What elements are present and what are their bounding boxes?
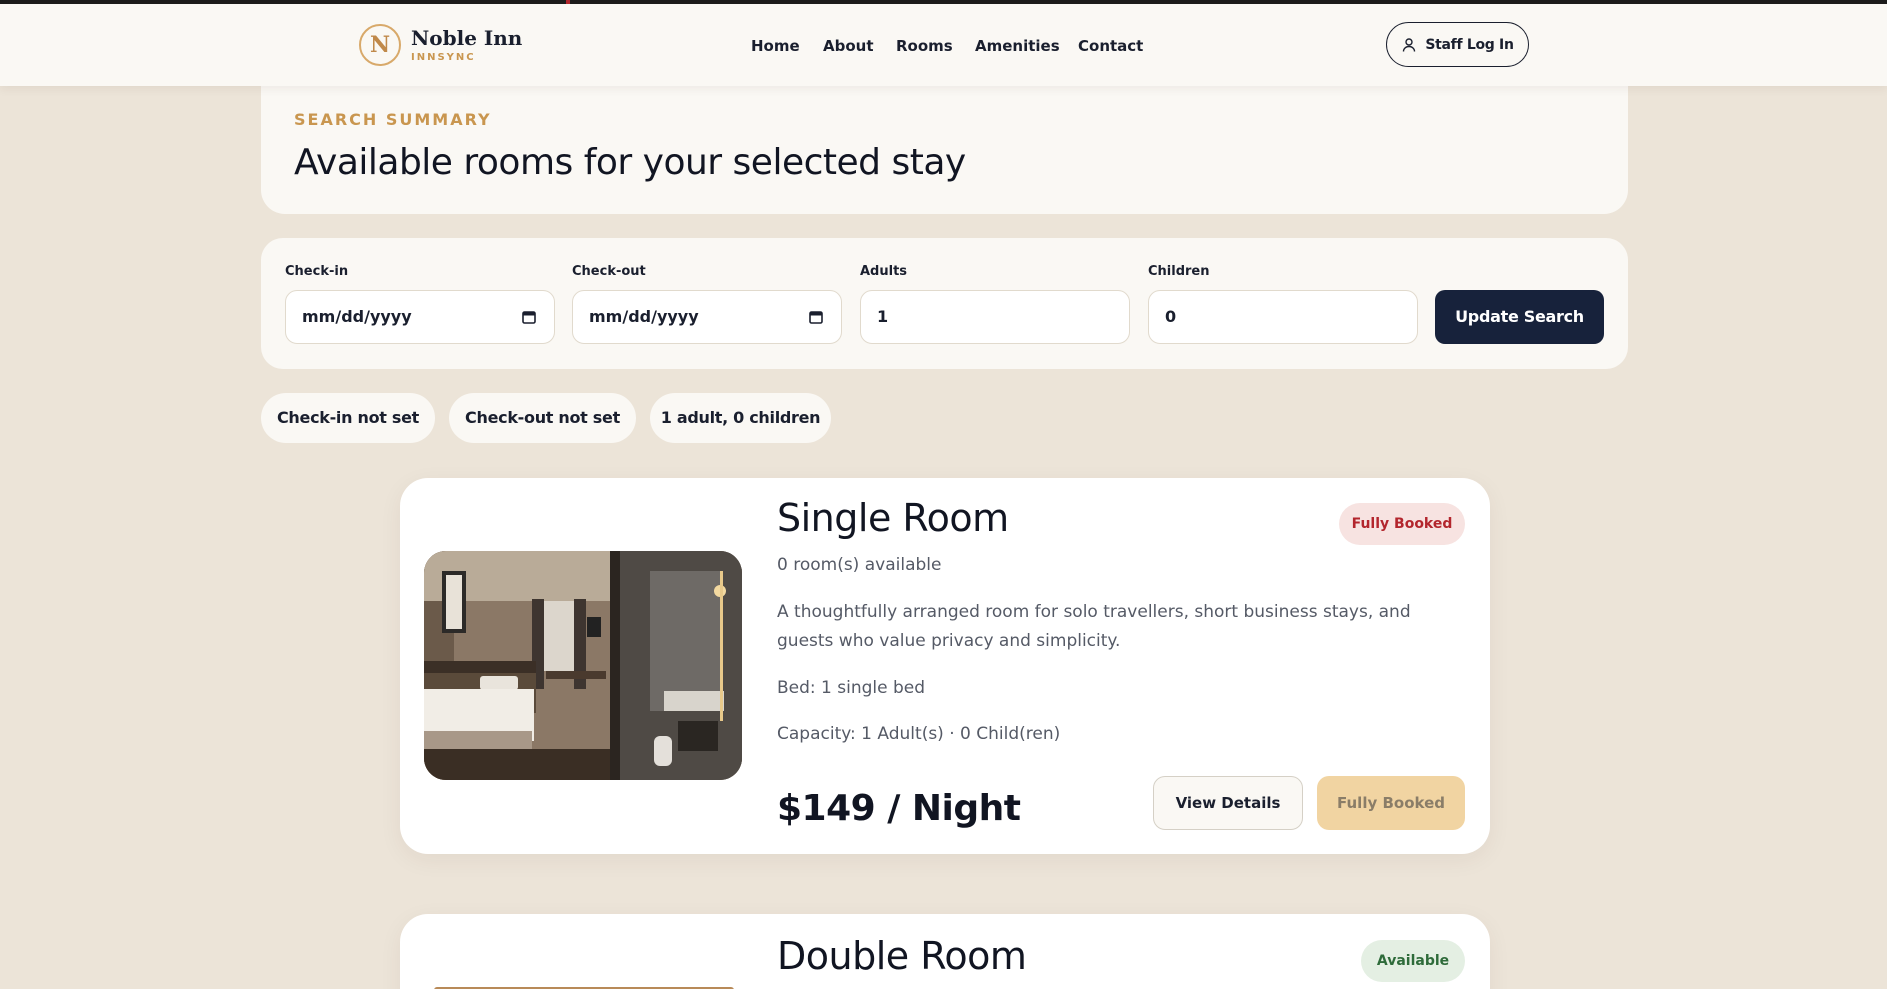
brand-subtitle: INNSYNC xyxy=(411,52,476,63)
staff-login-label: Staff Log In xyxy=(1425,36,1514,53)
site-header: N Noble Inn INNSYNC Home About Rooms Ame… xyxy=(0,4,1887,86)
staff-login-button[interactable]: Staff Log In xyxy=(1386,22,1529,67)
view-details-button[interactable]: View Details xyxy=(1153,776,1303,830)
room-description: A thoughtfully arranged room for solo tr… xyxy=(777,602,1411,651)
room-price: $149 / Night xyxy=(777,788,1021,829)
checkout-field[interactable]: mm/dd/yyyy xyxy=(572,290,842,344)
room-capacity: Capacity: 1 Adult(s) · 0 Child(ren) xyxy=(777,724,1061,744)
room-card-double: Double Room Available xyxy=(400,914,1490,989)
page-title: Available rooms for your selected stay xyxy=(294,142,966,183)
brand-name[interactable]: Noble Inn xyxy=(411,26,522,50)
checkin-value: mm/dd/yyyy xyxy=(302,307,412,326)
fully-booked-button: Fully Booked xyxy=(1317,776,1465,830)
room-title: Double Room xyxy=(777,934,1027,978)
children-input[interactable]: 0 xyxy=(1148,290,1418,344)
chip-checkout: Check-out not set xyxy=(449,393,636,443)
checkout-value: mm/dd/yyyy xyxy=(589,307,699,326)
checkout-label: Check-out xyxy=(572,264,646,279)
room-bed: Bed: 1 single bed xyxy=(777,678,926,698)
search-summary-card: SEARCH SUMMARY Available rooms for your … xyxy=(261,82,1628,214)
search-form: Check-in mm/dd/yyyy Check-out mm/dd/yyyy… xyxy=(261,238,1628,369)
nav-rooms[interactable]: Rooms xyxy=(896,37,953,55)
room-card-single: Single Room Fully Booked 0 room(s) avail… xyxy=(400,478,1490,854)
children-value: 0 xyxy=(1165,307,1177,326)
nav-contact[interactable]: Contact xyxy=(1078,37,1143,55)
nav-home[interactable]: Home xyxy=(751,37,800,55)
adults-value: 1 xyxy=(877,307,889,326)
adults-label: Adults xyxy=(860,264,908,279)
nav-amenities[interactable]: Amenities xyxy=(975,37,1060,55)
logo-icon[interactable]: N xyxy=(359,24,401,66)
status-badge: Fully Booked xyxy=(1339,503,1465,545)
chip-checkin: Check-in not set xyxy=(261,393,435,443)
status-badge: Available xyxy=(1361,940,1465,982)
room-photo-illustration xyxy=(424,551,742,780)
room-title: Single Room xyxy=(777,496,1009,540)
adults-input[interactable]: 1 xyxy=(860,290,1130,344)
calendar-icon[interactable] xyxy=(522,310,536,324)
checkin-field[interactable]: mm/dd/yyyy xyxy=(285,290,555,344)
checkin-label: Check-in xyxy=(285,264,349,279)
update-search-button[interactable]: Update Search xyxy=(1435,290,1604,344)
chip-guests: 1 adult, 0 children xyxy=(650,393,831,443)
room-availability: 0 room(s) available xyxy=(777,555,942,575)
calendar-icon[interactable] xyxy=(809,310,823,324)
user-icon xyxy=(1403,37,1416,52)
children-label: Children xyxy=(1148,264,1210,279)
nav-about[interactable]: About xyxy=(823,37,874,55)
room-photo[interactable] xyxy=(424,551,742,780)
summary-eyebrow: SEARCH SUMMARY xyxy=(294,110,492,129)
